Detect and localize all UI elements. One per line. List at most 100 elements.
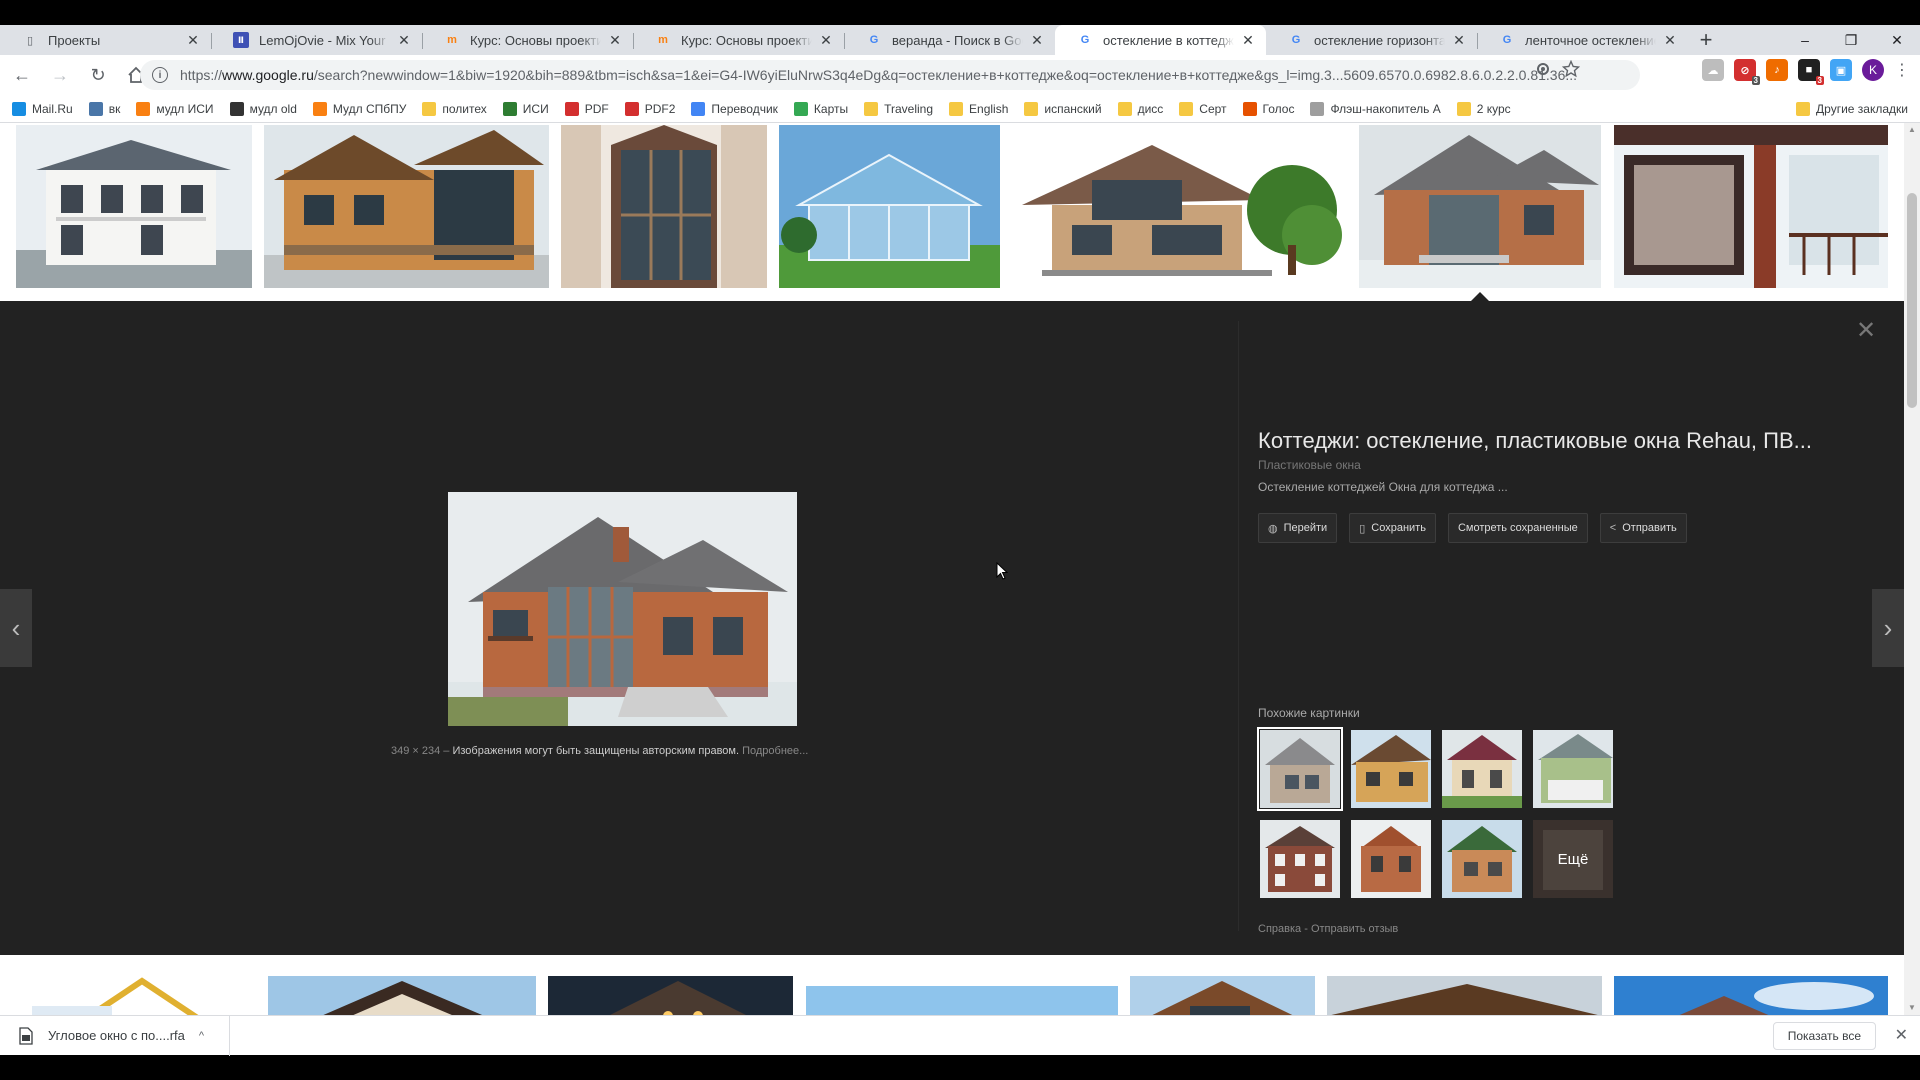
bookmark-item[interactable]: Карты — [793, 101, 848, 116]
forward-button[interactable]: → — [44, 59, 76, 91]
bookmark-item[interactable]: мудл old — [229, 101, 297, 116]
bookmark-item[interactable]: ИСИ — [502, 101, 549, 116]
back-button[interactable]: ← — [6, 59, 38, 91]
similar-image[interactable] — [1260, 820, 1340, 898]
other-bookmarks[interactable]: Другие закладки — [1796, 102, 1908, 116]
bookmark-item[interactable]: Серт — [1179, 101, 1227, 116]
close-tab-icon[interactable]: ✕ — [1029, 32, 1045, 49]
similar-image[interactable] — [1533, 730, 1613, 808]
menu-kebab-icon[interactable]: ⋮ — [1894, 60, 1910, 80]
tab[interactable]: m Курс: Основы проектирования ✕ — [633, 25, 844, 55]
bookmark-item[interactable]: Mail.Ru — [12, 101, 73, 116]
tab[interactable]: Gостекление горизонтальное ✕ — [1266, 25, 1477, 55]
close-tab-icon[interactable]: ✕ — [1240, 32, 1256, 49]
bookmark-item[interactable]: Переводчик — [691, 101, 778, 116]
bookmark-item[interactable]: English — [949, 101, 1008, 116]
cloud-extension-icon[interactable]: ☁ — [1702, 59, 1724, 81]
result-image[interactable] — [779, 125, 1000, 288]
next-image-button[interactable]: › — [1872, 589, 1904, 667]
show-all-downloads-button[interactable]: Показать все — [1772, 1022, 1876, 1050]
bookmark-item[interactable]: вк — [88, 101, 120, 116]
result-image[interactable] — [16, 125, 252, 288]
result-image[interactable] — [561, 125, 767, 288]
close-tab-icon[interactable]: ✕ — [185, 32, 201, 49]
close-tab-icon[interactable]: ✕ — [1662, 32, 1678, 49]
result-image[interactable] — [12, 976, 252, 1015]
preview-image[interactable] — [448, 492, 797, 726]
similar-image[interactable] — [1351, 820, 1431, 898]
tab[interactable]: m Курс: Основы проектирования ✕ — [422, 25, 633, 55]
similar-image[interactable] — [1351, 730, 1431, 808]
bookmark-item[interactable]: политех — [422, 101, 487, 116]
reload-button[interactable]: ↻ — [82, 59, 114, 91]
result-image-selected[interactable] — [1359, 125, 1601, 288]
tab[interactable]: Gверанда - Поиск в Google ✕ — [844, 25, 1055, 55]
similar-image[interactable] — [1442, 820, 1522, 898]
star-icon[interactable] — [1562, 60, 1580, 78]
new-tab-button[interactable]: + — [1692, 25, 1720, 55]
dark-extension-icon[interactable]: ■ 3 — [1798, 59, 1824, 85]
address-bar[interactable]: i https://www.google.ru/search?newwindow… — [140, 60, 1640, 90]
bookmark-item[interactable]: PDF — [564, 101, 609, 116]
download-item[interactable]: Угловое окно с по....rfa ^ — [0, 1015, 230, 1056]
page-scrollbar[interactable]: ▲ ▼ — [1904, 123, 1920, 1015]
share-button[interactable]: < Отправить — [1599, 513, 1687, 543]
bookmark-item[interactable]: мудл ИСИ — [136, 101, 214, 116]
close-tab-icon[interactable]: ✕ — [607, 32, 623, 49]
tab[interactable]: Ⅱ LemOjOvie - Mix Your Life ✕ — [211, 25, 422, 55]
result-image[interactable] — [806, 986, 1118, 1015]
feedback-link[interactable]: Отправить отзыв — [1311, 923, 1398, 935]
scrollbar-thumb[interactable] — [1907, 193, 1917, 408]
restore-button[interactable]: ❐ — [1828, 25, 1874, 55]
result-image[interactable] — [1130, 976, 1315, 1015]
similar-image[interactable] — [1257, 727, 1343, 811]
close-tab-icon[interactable]: ✕ — [818, 32, 834, 49]
image-title[interactable]: Коттеджи: остекление, пластиковые окна R… — [1258, 428, 1812, 454]
previous-image-button[interactable]: ‹ — [0, 589, 32, 667]
close-shelf-button[interactable]: ✕ — [1895, 1025, 1908, 1045]
result-image[interactable] — [264, 125, 549, 288]
close-tab-icon[interactable]: ✕ — [1451, 32, 1467, 49]
bookmark-item[interactable]: испанский — [1024, 101, 1102, 116]
more-info-link[interactable]: Подробнее... — [742, 745, 808, 757]
save-button[interactable]: ▯ Сохранить — [1349, 513, 1436, 543]
bookmark-item[interactable]: 2 курс — [1456, 101, 1511, 116]
location-icon[interactable] — [1534, 60, 1552, 78]
result-image[interactable] — [268, 976, 536, 1015]
result-image[interactable] — [548, 976, 793, 1015]
bookmark-item[interactable]: Traveling — [864, 101, 933, 116]
result-image[interactable] — [1327, 976, 1602, 1015]
similar-image[interactable] — [1442, 730, 1522, 808]
bookmark-item[interactable]: дисс — [1117, 101, 1163, 116]
bookmark-item[interactable]: PDF2 — [624, 101, 675, 116]
profile-avatar[interactable]: K — [1862, 59, 1884, 81]
bookmark-item[interactable]: Мудл СПбПУ — [312, 101, 406, 116]
close-tab-icon[interactable]: ✕ — [396, 32, 412, 49]
help-link[interactable]: Справка — [1258, 923, 1301, 935]
bookmark-label: PDF — [584, 101, 609, 116]
chevron-up-icon[interactable]: ^ — [199, 1030, 204, 1042]
minimize-button[interactable]: – — [1782, 25, 1828, 55]
visit-button[interactable]: ◍ Перейти — [1258, 513, 1338, 543]
tab[interactable]: ▯ Проекты ✕ — [0, 25, 211, 55]
result-image[interactable] — [1614, 976, 1888, 1015]
result-image[interactable] — [1614, 125, 1888, 288]
close-preview-button[interactable]: ✕ — [1854, 319, 1878, 343]
tab[interactable]: Gленточное остекление - Google ✕ — [1477, 25, 1688, 55]
bookmark-item[interactable]: Голос — [1242, 101, 1294, 116]
bookmark-item[interactable]: Флэш-накопитель А — [1310, 101, 1441, 116]
similar-image-2 — [1351, 730, 1431, 808]
scroll-down-icon[interactable]: ▼ — [1904, 1001, 1920, 1015]
similar-more[interactable]: Ещё — [1533, 820, 1613, 898]
screenshot-extension-icon[interactable]: ▣ — [1830, 59, 1852, 81]
sound-extension-icon[interactable]: ♪ — [1766, 59, 1788, 81]
view-saved-button[interactable]: Смотреть сохраненные — [1447, 513, 1588, 543]
site-info-icon[interactable]: i — [152, 67, 168, 83]
adblock-extension-icon[interactable]: ⊘ 3 — [1734, 59, 1760, 85]
image-site[interactable]: Пластиковые окна — [1258, 458, 1361, 472]
url-text[interactable]: https://www.google.ru/search?newwindow=1… — [180, 67, 1610, 83]
close-window-button[interactable]: ✕ — [1874, 25, 1920, 55]
tab-active[interactable]: Gостекление в коттедже - Google ✕ — [1055, 25, 1266, 55]
scroll-up-icon[interactable]: ▲ — [1904, 123, 1920, 137]
result-image[interactable] — [1012, 125, 1347, 288]
